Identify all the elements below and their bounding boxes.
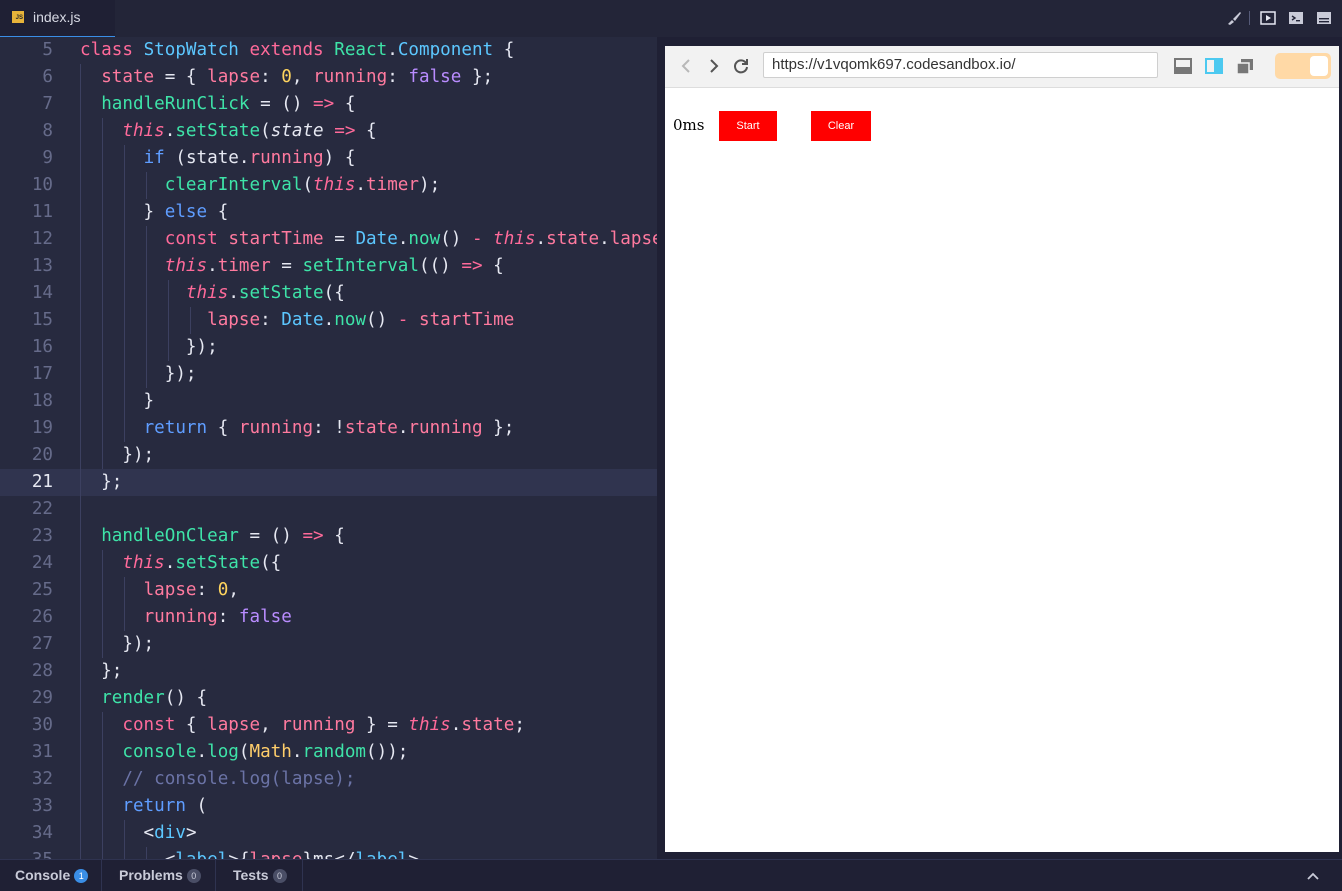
code-line: 31 console.log(Math.random());: [0, 739, 657, 766]
tab-tests[interactable]: Tests 0: [233, 860, 287, 891]
code-line: 19 return { running: !state.running };: [0, 415, 657, 442]
bottom-panel-bar: Console 1 Problems 0 Tests 0: [0, 859, 1342, 891]
code-line: 33 return (: [0, 793, 657, 820]
code-line: 23 handleOnClear = () => {: [0, 523, 657, 550]
start-button[interactable]: Start: [719, 111, 777, 141]
console-count-badge: 1: [74, 869, 89, 883]
lapse-label: 0ms: [673, 116, 705, 134]
code-editor[interactable]: 5 class StopWatch extends React.Component…: [0, 37, 657, 859]
code-line: 13 this.timer = setInterval(() => {: [0, 253, 657, 280]
tab-divider: [101, 860, 102, 891]
tab-divider: [302, 860, 303, 891]
code-line: 34 <div>: [0, 820, 657, 847]
code-line: 8 this.setState(state => {: [0, 118, 657, 145]
code-line: 6 state = { lapse: 0, running: false };: [0, 64, 657, 91]
problems-label: Problems: [119, 867, 183, 883]
tab-problems[interactable]: Problems 0: [119, 860, 201, 891]
toggle-knob: [1310, 56, 1328, 76]
code-line: 20 });: [0, 442, 657, 469]
code-line: 30 const { lapse, running } = this.state…: [0, 712, 657, 739]
code-line: 18 }: [0, 388, 657, 415]
code-line: 28 };: [0, 658, 657, 685]
file-tab-index-js[interactable]: JS index.js: [0, 0, 115, 37]
tests-label: Tests: [233, 867, 269, 883]
dock-bottom-icon[interactable]: [1173, 56, 1193, 76]
browser-toolbar: https://v1vqomk697.codesandbox.io/: [665, 46, 1339, 88]
code-line: 24 this.setState({: [0, 550, 657, 577]
toolbar-divider: [1249, 11, 1250, 25]
preview-icon[interactable]: [1260, 10, 1276, 26]
new-window-icon[interactable]: [1235, 56, 1255, 76]
code-line: 14 this.setState({: [0, 280, 657, 307]
theme-toggle[interactable]: [1275, 53, 1331, 79]
chevron-up-icon[interactable]: [1306, 869, 1320, 883]
code-line: 5 class StopWatch extends React.Component…: [42, 40, 515, 60]
code-line: 17 });: [0, 361, 657, 388]
code-line: 29 render() {: [0, 685, 657, 712]
code-line: 32 // console.log(lapse);: [0, 766, 657, 793]
code-line: 26 running: false: [0, 604, 657, 631]
url-input[interactable]: https://v1vqomk697.codesandbox.io/: [763, 52, 1158, 78]
code-line: 16 });: [0, 334, 657, 361]
code-line: 25 lapse: 0,: [0, 577, 657, 604]
back-icon[interactable]: [677, 56, 697, 76]
code-line: 9 if (state.running) {: [0, 145, 657, 172]
refresh-icon[interactable]: [731, 56, 751, 76]
brush-icon[interactable]: [1226, 10, 1242, 26]
clear-button[interactable]: Clear: [811, 111, 871, 141]
problems-count-badge: 0: [186, 869, 201, 883]
forward-icon[interactable]: [703, 56, 723, 76]
code-line: 22: [0, 496, 657, 523]
code-line: 35 <label>{lapse}ms</label>: [0, 847, 657, 859]
code-line-active: 21 };: [0, 469, 657, 496]
terminal-icon[interactable]: [1288, 10, 1304, 26]
js-file-icon: JS: [12, 11, 24, 23]
code-line: 12 const startTime = Date.now() - this.s…: [0, 226, 657, 253]
code-line: 15 lapse: Date.now() - startTime: [0, 307, 657, 334]
layout-icon[interactable]: [1316, 10, 1332, 26]
console-label: Console: [15, 867, 71, 883]
tab-divider: [215, 860, 216, 891]
dock-right-icon[interactable]: [1204, 56, 1224, 76]
file-tab-label: index.js: [33, 9, 81, 25]
tests-count-badge: 0: [272, 869, 287, 883]
tab-bar: JS index.js: [0, 0, 1342, 37]
code-line: 11 } else {: [0, 199, 657, 226]
code-line: 27 });: [0, 631, 657, 658]
tab-console[interactable]: Console 1: [15, 860, 89, 891]
browser-preview: https://v1vqomk697.codesandbox.io/ 0ms S…: [665, 46, 1339, 852]
code-line: 10 clearInterval(this.timer);: [0, 172, 657, 199]
code-line: 7 handleRunClick = () => {: [0, 91, 657, 118]
